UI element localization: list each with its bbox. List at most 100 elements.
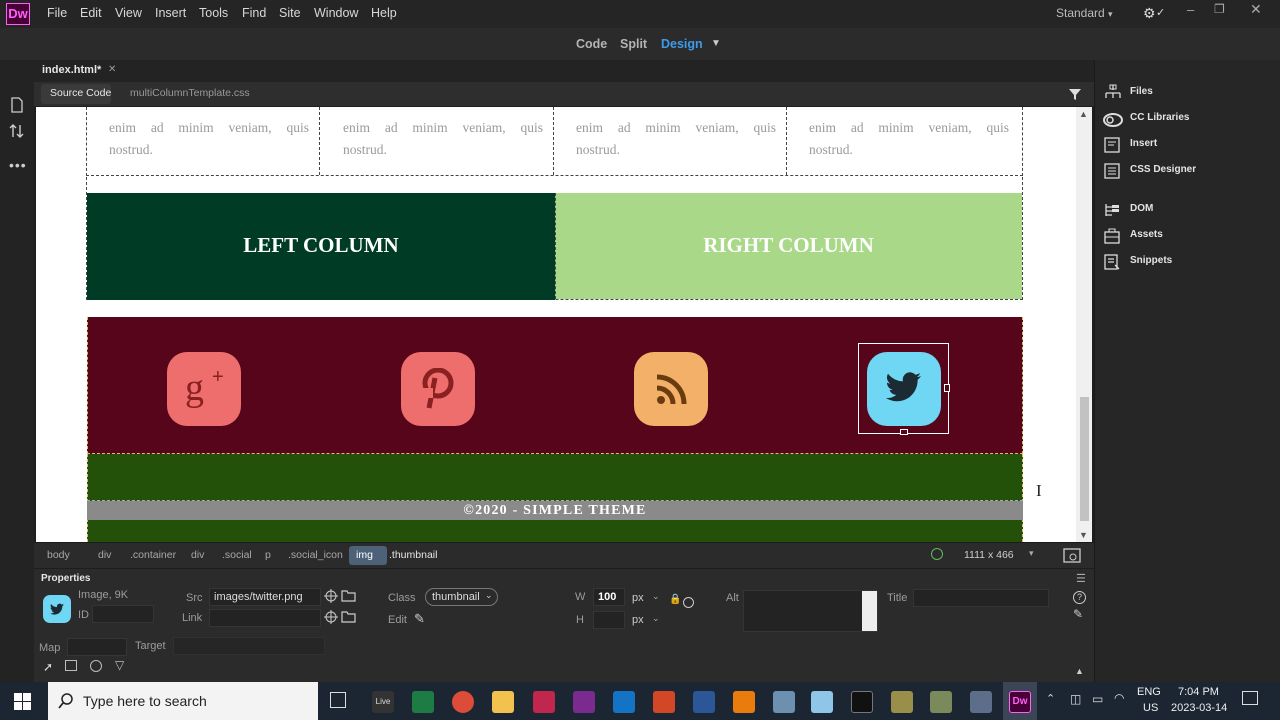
pointer-hotspot-icon[interactable]: ➚ [43,660,53,674]
panel-insert[interactable]: Insert [1103,135,1273,155]
alt-scrollbar[interactable] [862,591,877,631]
window-size-readout[interactable]: 1111 x 466 [964,549,1014,561]
pinterest-icon[interactable] [401,352,475,426]
powerpoint-icon[interactable] [653,691,675,713]
chevron-down-icon[interactable]: ▼ [711,38,721,49]
tag-container[interactable]: .container [130,549,176,561]
panel-css-designer[interactable]: CSS Designer [1103,161,1273,181]
folder-icon[interactable] [341,610,356,623]
scroll-down-icon[interactable]: ▼ [1079,530,1088,540]
sort-arrows-icon[interactable] [9,123,25,139]
dreamweaver-taskbar-icon[interactable]: Dw [1009,691,1031,713]
scroll-up-icon[interactable]: ▲ [1079,109,1088,119]
wifi-icon[interactable]: ◠ [1114,691,1124,705]
panel-cc-libraries[interactable]: CC Libraries [1103,109,1273,129]
app-icon[interactable] [891,691,913,713]
point-to-file-icon[interactable] [324,610,338,624]
resize-handle[interactable] [900,429,908,435]
menu-file[interactable]: File [47,6,67,20]
circle-hotspot-icon[interactable] [90,660,102,672]
tag-p[interactable]: p [265,549,271,561]
gear-icon[interactable]: ⚙ [1143,5,1156,22]
menu-site[interactable]: Site [279,6,301,20]
design-canvas[interactable]: enim ad minim veniam, quis nostrud. enim… [36,107,1076,542]
pencil-icon[interactable]: ✎ [414,611,425,627]
tab-index-html[interactable]: index.html* [42,64,101,76]
panel-snippets[interactable]: Snippets [1103,252,1273,272]
title-field[interactable] [913,589,1049,607]
excel-icon[interactable] [412,691,434,713]
close-icon[interactable]: ✕ [1250,1,1262,18]
menu-find[interactable]: Find [242,6,266,20]
folder-icon[interactable] [341,589,356,602]
chevron-down-icon[interactable]: ⌄ [652,591,660,602]
code-view-button[interactable]: Code [576,37,607,51]
menu-window[interactable]: Window [314,6,358,20]
clock-time[interactable]: 7:04 PM [1178,686,1219,698]
livestream-icon[interactable]: Live [372,691,394,713]
width-field[interactable]: 100 [593,588,625,606]
target-select[interactable] [173,637,325,655]
app-icon[interactable] [533,691,555,713]
panel-assets[interactable]: Assets [1103,226,1273,246]
tag-div[interactable]: div [191,549,204,561]
more-icon[interactable]: ••• [9,157,27,173]
help-icon[interactable]: ? [1073,591,1086,604]
calculator-icon[interactable] [773,691,795,713]
chevron-down-icon[interactable]: ⌄ [652,613,660,624]
file-explorer-icon[interactable] [492,691,514,713]
chevron-up-icon[interactable]: ⌃ [1046,692,1055,705]
edit-rule-icon[interactable]: ✎ [1073,607,1083,621]
terminal-icon[interactable] [851,691,873,713]
design-view-button[interactable]: Design [661,37,703,51]
restore-icon[interactable]: ❐ [1214,2,1225,16]
point-to-file-icon[interactable] [324,589,338,603]
filter-icon[interactable] [1068,87,1082,101]
height-field[interactable] [593,611,625,629]
resize-handle[interactable] [944,384,950,392]
app-icon[interactable] [930,691,952,713]
id-field[interactable] [92,605,154,623]
tag-div[interactable]: div [98,549,111,561]
menu-edit[interactable]: Edit [80,6,102,20]
outlook-icon[interactable] [613,691,635,713]
app-icon[interactable] [811,691,833,713]
chrome-icon[interactable] [452,691,474,713]
tag-social-icon[interactable]: .social_icon [288,549,343,561]
vlc-icon[interactable] [733,691,755,713]
notifications-icon[interactable] [1242,691,1258,705]
rect-hotspot-icon[interactable] [65,660,77,671]
menu-tools[interactable]: Tools [199,6,228,20]
app-icon[interactable] [970,691,992,713]
word-icon[interactable] [693,691,715,713]
related-css-file[interactable]: multiColumnTemplate.css [130,87,250,99]
file-icon[interactable] [10,97,24,113]
reset-size-icon[interactable] [683,597,694,608]
task-view-icon[interactable] [330,692,346,708]
polygon-hotspot-icon[interactable]: ▽ [115,658,124,672]
rss-icon[interactable] [634,352,708,426]
src-field[interactable]: images/twitter.png [209,588,321,606]
footer-section[interactable] [87,454,1023,542]
clock-date[interactable]: 2023-03-14 [1171,702,1227,714]
tag-body[interactable]: body [47,549,70,561]
link-field[interactable] [209,609,321,627]
panel-dom[interactable]: DOM [1103,200,1273,220]
canvas-scrollbar[interactable]: ▲ ▼ [1076,107,1092,542]
lock-icon[interactable]: 🔒 [669,594,681,605]
height-unit[interactable]: px [632,614,644,626]
onenote-icon[interactable] [573,691,595,713]
split-view-button[interactable]: Split [620,37,647,51]
taskbar-search[interactable]: Type here to search [48,682,318,720]
google-plus-icon[interactable]: g + [167,352,241,426]
live-view-icon[interactable] [1063,548,1081,564]
close-tab-icon[interactable]: ✕ [108,64,116,75]
tag-img[interactable]: img [356,549,373,561]
twitter-icon[interactable] [867,352,941,426]
language-us[interactable]: US [1143,702,1158,714]
windows-start-icon[interactable] [14,693,31,710]
map-field[interactable] [67,638,127,656]
expand-icon[interactable]: ▲ [1075,666,1084,676]
tray-icon[interactable]: ◫ [1070,692,1081,706]
minimize-icon[interactable]: – [1187,2,1194,17]
